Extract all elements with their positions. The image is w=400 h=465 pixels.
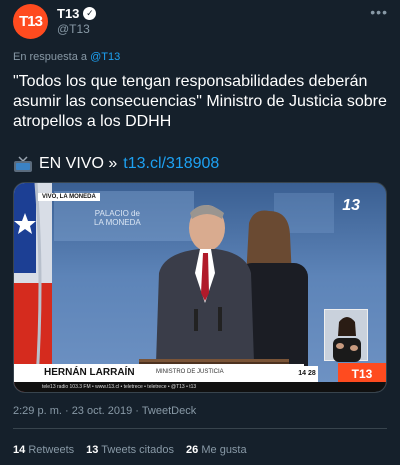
- broadcast-clock: 14 28: [296, 366, 318, 382]
- author-display-name[interactable]: T13: [57, 6, 79, 21]
- lower-third-name: HERNÁN LARRAÍN: [44, 367, 135, 378]
- engagement-stats: 14 Retweets 13 Tweets citados 26 Me gust…: [13, 444, 247, 456]
- reply-context: En respuesta a @T13: [13, 51, 120, 63]
- sign-language-interpreter-inset: [324, 309, 368, 362]
- likes-label: Me gusta: [201, 444, 247, 456]
- likes-stat[interactable]: 26 Me gusta: [186, 444, 247, 456]
- quotes-count: 13: [86, 444, 99, 456]
- author-handle[interactable]: @T13: [57, 22, 90, 36]
- live-badge: VIVO, LA MONEDA: [38, 193, 100, 201]
- avatar[interactable]: T13: [13, 4, 48, 39]
- more-icon[interactable]: •••: [370, 4, 388, 20]
- channel-watermark: 13: [342, 197, 360, 214]
- verified-icon: ✓: [83, 7, 97, 20]
- author-name-row[interactable]: T13 ✓: [57, 6, 97, 21]
- ticker-text: tele13 radio 103.3 FM • www.t13.cl • tel…: [42, 384, 197, 390]
- retweets-label: Retweets: [28, 444, 75, 456]
- tweet-timestamp[interactable]: 2:29 p. m. · 23 oct. 2019 · TweetDeck: [13, 405, 196, 417]
- live-line: EN VIVO » t13.cl/318908: [13, 155, 219, 173]
- divider: [13, 428, 387, 429]
- video-player[interactable]: VIVO, LA MONEDA PALACIO de LA MONEDA 13 …: [13, 182, 387, 393]
- reply-prefix: En respuesta a: [13, 51, 87, 63]
- retweets-count: 14: [13, 444, 26, 456]
- palace-label: PALACIO de LA MONEDA: [94, 209, 141, 227]
- lower-third-role: MINISTRO DE JUSTICIA: [156, 369, 224, 375]
- tv-icon: [13, 156, 33, 172]
- reply-mention-link[interactable]: @T13: [90, 51, 120, 63]
- quotes-stat[interactable]: 13 Tweets citados: [86, 444, 174, 456]
- avatar-logo: T13: [19, 13, 43, 30]
- tweet-text: "Todos los que tengan responsabilidades …: [13, 73, 387, 130]
- news-ticker: tele13 radio 103.3 FM • www.t13.cl • tel…: [14, 382, 386, 392]
- live-label: EN VIVO »: [39, 155, 118, 172]
- tweet: T13 T13 ✓ @T13 ••• En respuesta a @T13 "…: [0, 0, 400, 465]
- likes-count: 26: [186, 444, 199, 456]
- retweets-stat[interactable]: 14 Retweets: [13, 444, 74, 456]
- quotes-label: Tweets citados: [101, 444, 175, 456]
- tweet-link[interactable]: t13.cl/318908: [123, 155, 219, 173]
- lower-third: HERNÁN LARRAÍN MINISTRO DE JUSTICIA: [14, 364, 304, 382]
